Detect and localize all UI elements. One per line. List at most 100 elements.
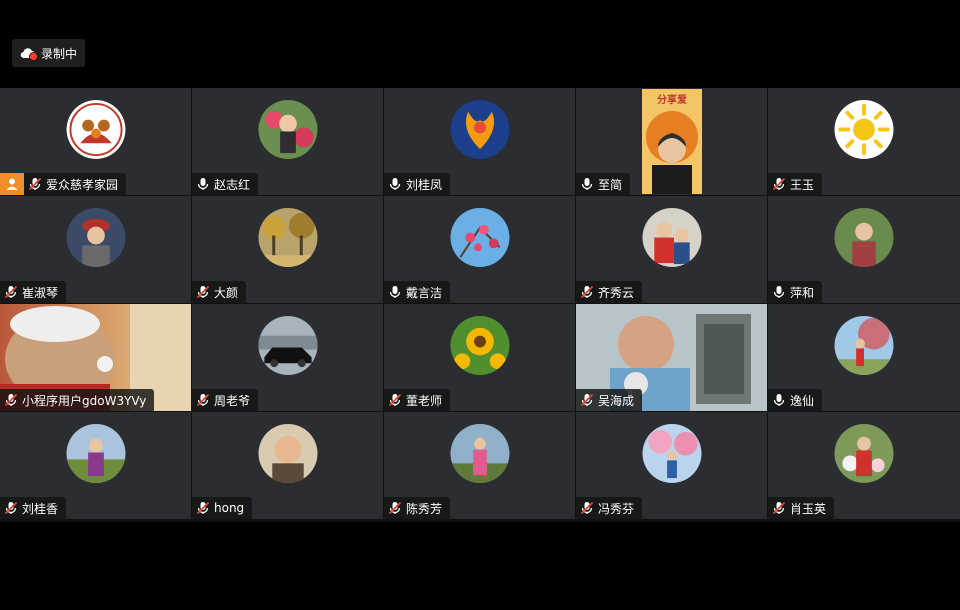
participant-avatar (834, 424, 894, 483)
mic-icon (196, 177, 210, 191)
participant-nameplate: 刘桂凤 (384, 173, 451, 195)
mic-icon (772, 393, 786, 407)
participant-tile[interactable]: 齐秀云 (576, 196, 767, 303)
mic-muted-icon (388, 501, 402, 515)
participant-name: 赵志红 (214, 177, 251, 192)
participant-nameplate: 冯秀芬 (576, 497, 643, 519)
participant-nameplate: 戴言洁 (384, 281, 451, 303)
participant-tile[interactable]: 董老师 (384, 304, 575, 411)
participant-avatar (66, 424, 125, 483)
participant-tile[interactable]: 崔淑琴 (0, 196, 191, 303)
mic-icon (388, 177, 402, 191)
participant-avatar (834, 100, 894, 159)
mic-icon (772, 285, 786, 299)
participant-name: 至简 (598, 177, 623, 192)
participant-name: 刘桂凤 (406, 177, 443, 192)
participant-tile[interactable]: 赵志红 (192, 88, 383, 195)
participant-tile[interactable]: 小程序用户gdoW3YVy (0, 304, 191, 411)
participant-tile[interactable]: 刘桂香 (0, 412, 191, 519)
participant-avatar (450, 424, 509, 483)
participant-name: 崔淑琴 (22, 285, 59, 300)
participant-name: 爱众慈孝家园 (46, 177, 119, 192)
participant-name: 逸仙 (790, 393, 815, 408)
participant-nameplate: 逸仙 (768, 389, 823, 411)
participant-avatar (66, 208, 125, 267)
participant-name: 小程序用户gdoW3YVy (22, 393, 147, 408)
participant-nameplate: 赵志红 (192, 173, 259, 195)
mic-muted-icon (388, 393, 402, 407)
participant-nameplate: 崔淑琴 (0, 281, 67, 303)
participant-tile[interactable]: 爱众慈孝家园 (0, 88, 191, 195)
mic-muted-icon (580, 501, 594, 515)
participant-grid: 爱众慈孝家园 赵志红 刘桂凤 分享爱 至简 王玉 崔淑琴 大颜 戴言洁 齐秀云 萍和 小程序用户gdo… (0, 88, 960, 522)
participant-avatar (258, 208, 317, 267)
participant-tile[interactable]: 逸仙 (768, 304, 960, 411)
mic-muted-icon (28, 177, 42, 191)
host-icon (0, 173, 24, 195)
mic-muted-icon (772, 177, 786, 191)
participant-nameplate: 爱众慈孝家园 (24, 173, 127, 195)
mic-icon (388, 285, 402, 299)
mic-icon (580, 177, 594, 191)
participant-tile[interactable]: 萍和 (768, 196, 960, 303)
participant-avatar (258, 424, 317, 483)
participant-name: 肖玉英 (790, 501, 827, 516)
participant-tile[interactable]: 吴海成 (576, 304, 767, 411)
participant-name: 齐秀云 (598, 285, 635, 300)
participant-tile[interactable]: 刘桂凤 (384, 88, 575, 195)
participant-nameplate: 小程序用户gdoW3YVy (0, 389, 155, 411)
mic-muted-icon (196, 285, 210, 299)
participant-name: 周老爷 (214, 393, 251, 408)
participant-name: 董老师 (406, 393, 443, 408)
participant-avatar (450, 316, 509, 375)
participant-name: 冯秀芬 (598, 501, 635, 516)
participant-tile[interactable]: 分享爱至简 (576, 88, 767, 195)
participant-tile[interactable]: 戴言洁 (384, 196, 575, 303)
participant-name: 王玉 (790, 177, 815, 192)
participant-nameplate: 至简 (576, 173, 631, 195)
participant-tile[interactable]: hong (192, 412, 383, 519)
participant-avatar (258, 100, 317, 159)
participant-name: 大颜 (214, 285, 239, 300)
mic-muted-icon (196, 393, 210, 407)
participant-nameplate: 王玉 (768, 173, 823, 195)
participant-tile[interactable]: 周老爷 (192, 304, 383, 411)
mic-muted-icon (4, 393, 18, 407)
mic-muted-icon (4, 501, 18, 515)
participant-avatar (834, 316, 894, 375)
participant-nameplate: 吴海成 (576, 389, 643, 411)
cloud-record-icon (20, 47, 38, 61)
participant-name: 吴海成 (598, 393, 635, 408)
mic-muted-icon (772, 501, 786, 515)
mic-muted-icon (196, 501, 210, 515)
recording-badge[interactable]: 录制中 (12, 39, 86, 67)
participant-nameplate: 肖玉英 (768, 497, 835, 519)
participant-nameplate: 董老师 (384, 389, 451, 411)
participant-nameplate: 周老爷 (192, 389, 259, 411)
participant-tile[interactable]: 陈秀芳 (384, 412, 575, 519)
participant-avatar (450, 100, 509, 159)
participant-tile[interactable]: 肖玉英 (768, 412, 960, 519)
participant-tile[interactable]: 王玉 (768, 88, 960, 195)
participant-name: hong (214, 501, 245, 515)
mic-muted-icon (4, 285, 18, 299)
participant-name: 戴言洁 (406, 285, 443, 300)
participant-nameplate: 萍和 (768, 281, 823, 303)
participant-avatar (834, 208, 894, 267)
participant-avatar (642, 424, 701, 483)
participant-name: 萍和 (790, 285, 815, 300)
participant-tile[interactable]: 大颜 (192, 196, 383, 303)
participant-avatar (450, 208, 509, 267)
mic-muted-icon (580, 393, 594, 407)
participant-tile[interactable]: 冯秀芬 (576, 412, 767, 519)
participant-nameplate: 陈秀芳 (384, 497, 451, 519)
participant-nameplate: 刘桂香 (0, 497, 67, 519)
participant-name: 刘桂香 (22, 501, 59, 516)
participant-avatar (66, 100, 125, 159)
mic-muted-icon (580, 285, 594, 299)
participant-nameplate: hong (192, 497, 253, 519)
recording-label: 录制中 (41, 46, 78, 61)
svg-text:分享爱: 分享爱 (657, 93, 687, 106)
participant-nameplate: 齐秀云 (576, 281, 643, 303)
participant-avatar (642, 208, 701, 267)
